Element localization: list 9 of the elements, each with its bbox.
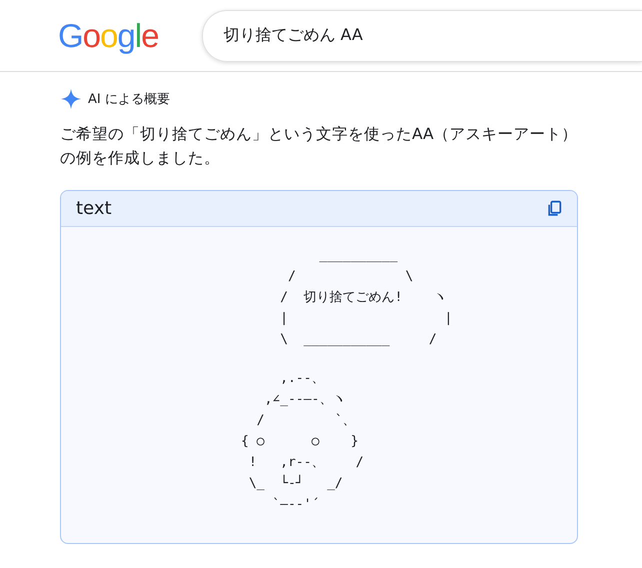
ascii-art: ,.--、 ,∠_--―-、ヽ / `、 { ○ ○ } ! ,r--、 / \_ └-┘ _/ `―-‐'´ bbox=[241, 370, 364, 514]
search-field[interactable]: 切り捨てごめん AA bbox=[202, 10, 642, 62]
language-label: text bbox=[76, 198, 112, 219]
sparkle-icon bbox=[60, 88, 82, 110]
copy-icon[interactable] bbox=[546, 200, 563, 217]
logo[interactable]: Google bbox=[58, 16, 158, 54]
intro-text: ご希望の「切り捨てごめん」という文字を使ったAA（アスキーアート）の例を作成しました。 bbox=[60, 124, 578, 169]
ascii-art: __________ / \ / 切り捨てごめん! ヽ | | \ ___________ / bbox=[279, 247, 452, 349]
ai-overview-label: AI による概要 bbox=[88, 91, 170, 108]
